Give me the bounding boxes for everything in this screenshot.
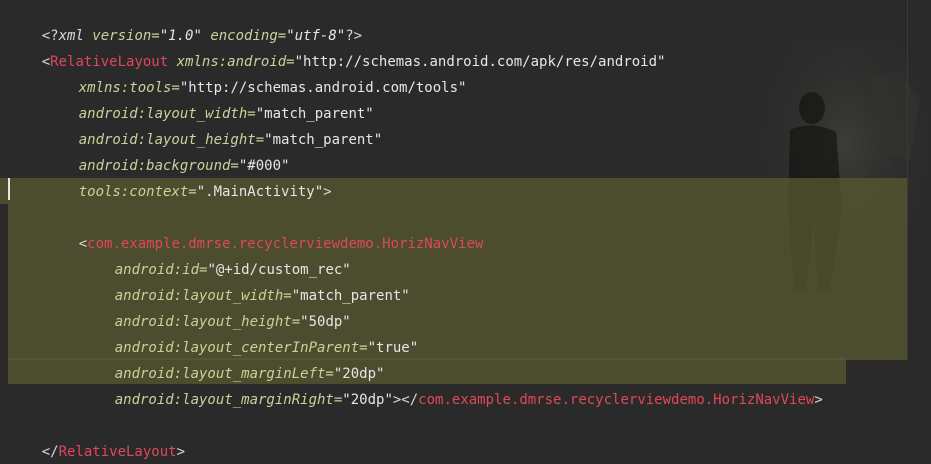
- code-line-10[interactable]: android:id="@+id/custom_rec": [81, 231, 351, 278]
- code-line-5[interactable]: android:layout_height="match_parent": [45, 101, 382, 148]
- code-line-6[interactable]: android:background="#000": [45, 127, 290, 174]
- code-token: >: [323, 184, 332, 200]
- code-token: </: [41, 444, 59, 460]
- code-token: com.example.dmrse.recyclerviewdemo.Horiz…: [418, 392, 815, 408]
- code-token: RelativeLayout: [58, 444, 177, 460]
- code-token: android:layout_marginRight=: [114, 392, 343, 408]
- code-line-13[interactable]: android:layout_centerInParent="true": [81, 309, 418, 356]
- code-line-1[interactable]: <?xml version="1.0" encoding="utf-8"?>: [8, 0, 362, 44]
- code-line-15[interactable]: android:layout_marginRight="20dp"></com.…: [81, 361, 823, 408]
- code-line-3[interactable]: xmlns:tools="http://schemas.android.com/…: [45, 49, 467, 96]
- code-token: ".MainActivity": [196, 184, 324, 200]
- code-token: >: [176, 444, 186, 460]
- code-token: ></: [392, 392, 419, 408]
- text-cursor: [8, 178, 10, 200]
- right-margin-guide: [907, 0, 908, 360]
- code-line-7[interactable]: tools:context=".MainActivity">: [45, 153, 332, 200]
- code-line-4[interactable]: android:layout_width="match_parent": [45, 75, 374, 122]
- code-token: "20dp": [342, 392, 393, 408]
- code-line-11[interactable]: android:layout_width="match_parent": [81, 257, 410, 304]
- code-token: >: [814, 392, 823, 408]
- selection-highlight: [8, 204, 45, 230]
- code-line-9[interactable]: <com.example.dmrse.recyclerviewdemo.Hori…: [45, 205, 484, 252]
- code-token: tools:context=: [78, 184, 197, 200]
- code-line-17[interactable]: </RelativeLayout>: [8, 413, 185, 460]
- code-line-14[interactable]: android:layout_marginLeft="20dp": [81, 335, 385, 382]
- code-line-2[interactable]: <RelativeLayout xmlns:android="http://sc…: [8, 23, 666, 70]
- code-line-12[interactable]: android:layout_height="50dp": [81, 283, 351, 330]
- code-editor[interactable]: <?xml version="1.0" encoding="utf-8"?> <…: [0, 0, 931, 464]
